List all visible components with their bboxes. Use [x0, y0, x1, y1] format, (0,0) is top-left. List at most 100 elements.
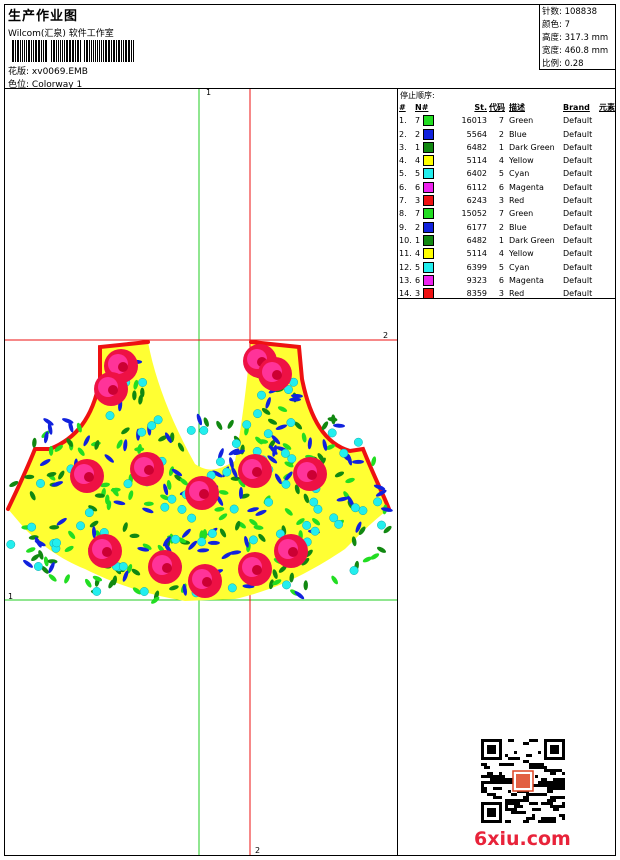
cyan-blossom — [147, 421, 157, 431]
guide-label-bottom: 2 — [255, 846, 260, 855]
row-brand: Default — [563, 169, 593, 179]
cyan-blossom — [167, 494, 177, 504]
cyan-blossom — [257, 390, 266, 400]
row-brand: Default — [563, 222, 593, 232]
cyan-blossom — [231, 439, 241, 449]
design-label: 花版: — [8, 67, 30, 77]
rose-center — [307, 470, 317, 480]
row-brand: Default — [563, 156, 593, 166]
row-brand: Default — [563, 142, 593, 152]
leaf — [48, 445, 54, 456]
color-swatch — [422, 181, 434, 193]
row-stitches: 16013 — [461, 116, 487, 126]
row-code: 4 — [498, 156, 504, 166]
row-needle: 2 — [414, 128, 438, 141]
stop-sequence-caption: 停止顺序: — [400, 91, 435, 100]
cyan-blossom — [334, 519, 344, 529]
rose-center — [202, 577, 212, 587]
color-swatch — [422, 115, 434, 127]
cyan-blossom — [350, 503, 360, 513]
blue-spray — [333, 423, 346, 428]
leaf — [227, 419, 234, 429]
row-code: 1 — [498, 142, 504, 152]
cyan-blossom — [349, 566, 359, 575]
leaf — [303, 580, 308, 591]
rose-center — [288, 547, 298, 557]
cyan-blossom — [84, 508, 94, 518]
row-needle: 4 — [414, 247, 438, 260]
row-needle: 1 — [414, 234, 438, 247]
table-row: 5. 5 6402 5 Cyan Default — [398, 167, 616, 180]
row-code: 7 — [498, 209, 504, 219]
row-code: 2 — [498, 129, 504, 139]
guide-label-right: 2 — [383, 331, 388, 340]
row-description: Yellow — [509, 156, 534, 166]
table-row: 14. 3 8359 3 Red Default — [398, 287, 616, 300]
leaf — [331, 575, 338, 585]
row-index: 12. — [399, 262, 412, 272]
stat-width: 宽度: 460.8 mm — [542, 46, 609, 56]
row-stitches: 6399 — [466, 262, 487, 272]
guide-label-left: 1 — [8, 592, 13, 601]
leaf — [84, 578, 92, 588]
row-stitches: 5114 — [466, 249, 487, 259]
table-row: 7. 3 6243 3 Red Default — [398, 194, 616, 207]
row-brand: Default — [563, 262, 593, 272]
row-index: 1. — [399, 116, 407, 126]
cyan-blossom — [310, 526, 320, 536]
col-brand: Brand — [563, 103, 590, 112]
cyan-blossom — [160, 502, 170, 512]
color-swatch — [422, 195, 434, 207]
row-needle: 7 — [414, 114, 438, 127]
row-code: 5 — [498, 262, 504, 272]
row-description: Dark Green — [509, 142, 555, 152]
blue-spray — [207, 540, 220, 545]
cyan-blossom — [358, 506, 368, 516]
rose-center — [102, 547, 112, 557]
row-needle: 1 — [414, 141, 438, 154]
color-swatch — [422, 155, 434, 167]
row-code: 6 — [498, 275, 504, 285]
rose-center — [252, 565, 262, 575]
row-stitches: 6243 — [466, 196, 487, 206]
software-subtitle: Wilcom(汇泉) 软件工作室 — [8, 29, 114, 39]
cyan-blossom — [242, 420, 252, 430]
row-index: 14. — [399, 289, 412, 299]
row-brand: Default — [563, 129, 593, 139]
color-swatch — [422, 288, 434, 300]
row-code: 3 — [498, 289, 504, 299]
row-description: Yellow — [509, 249, 534, 259]
leaf — [216, 420, 223, 430]
row-description: Green — [509, 116, 534, 126]
row-stitches: 6112 — [466, 182, 487, 192]
row-code: 3 — [498, 196, 504, 206]
row-brand: Default — [563, 196, 593, 206]
row-brand: Default — [563, 209, 593, 219]
row-needle: 2 — [414, 221, 438, 234]
cyan-blossom — [6, 539, 16, 549]
cyan-blossom — [222, 467, 232, 477]
rose-center — [272, 370, 282, 380]
embroidery-artwork: 1 2 1 2 — [5, 89, 397, 855]
color-swatch — [422, 141, 434, 153]
leaf — [32, 437, 37, 448]
stat-stitches: 针数: 108838 — [542, 7, 598, 17]
row-code: 6 — [498, 182, 504, 192]
row-needle: 5 — [414, 261, 438, 274]
row-stitches: 6482 — [466, 235, 487, 245]
cyan-blossom — [248, 535, 258, 545]
cyan-blossom — [187, 513, 197, 523]
row-description: Red — [509, 289, 525, 299]
table-row: 13. 6 9323 6 Magenta Default — [398, 274, 616, 287]
row-stitches: 8359 — [466, 289, 487, 299]
cyan-blossom — [105, 411, 115, 421]
row-index: 5. — [399, 169, 407, 179]
row-stitches: 15052 — [461, 209, 487, 219]
row-description: Green — [509, 209, 534, 219]
row-needle: 6 — [414, 274, 438, 287]
cyan-blossom — [302, 520, 312, 530]
col-element: 元素 — [599, 103, 615, 112]
row-description: Red — [509, 196, 525, 206]
cyan-blossom — [327, 428, 337, 438]
row-brand: Default — [563, 249, 593, 259]
